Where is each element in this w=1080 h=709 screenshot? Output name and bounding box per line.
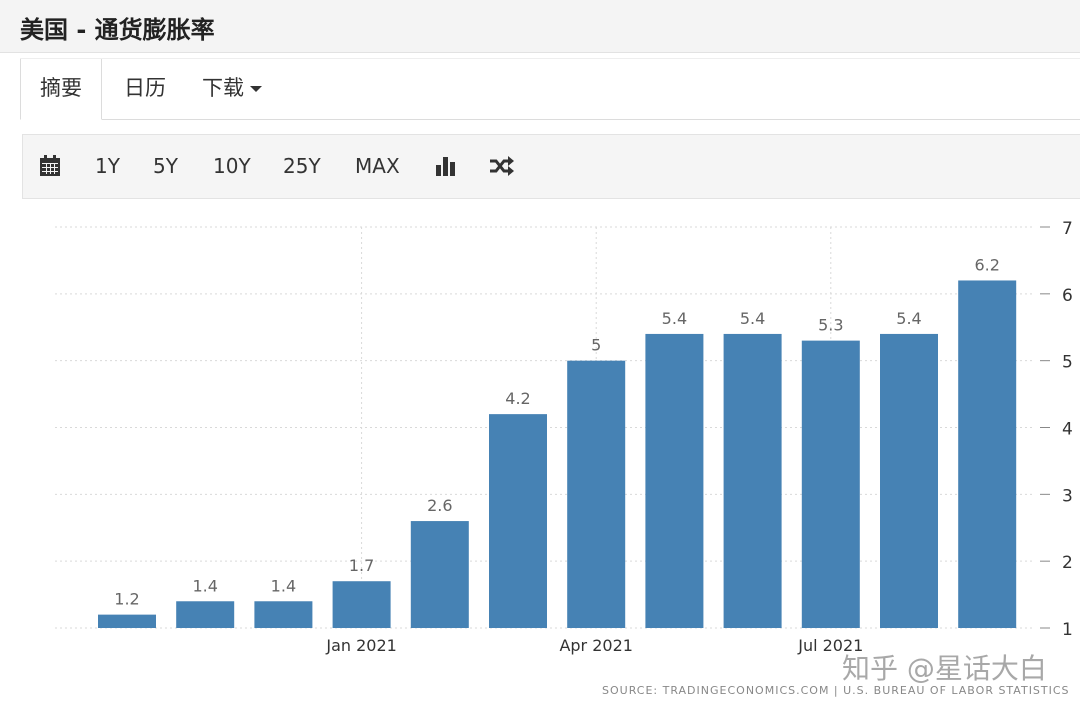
bar-data-label: 1.4 [192,576,217,595]
bar-data-label: 5.4 [896,309,921,328]
bar-data-label: 5.3 [818,316,843,335]
y-tick-label: 5 [1062,353,1073,373]
bar[interactable] [332,581,391,628]
y-tick-label: 7 [1062,219,1073,239]
tab-summary[interactable]: 摘要 [20,59,102,120]
bar-chart-icon[interactable] [435,155,457,181]
bar[interactable] [567,360,626,628]
bar[interactable] [801,340,860,628]
tab-calendar[interactable]: 日历 [124,59,166,119]
bar[interactable] [723,333,782,628]
bar[interactable] [176,601,235,628]
tab-download-label: 下载 [202,76,244,100]
range-5y-button[interactable]: 5Y [153,135,178,198]
caret-down-icon [250,86,262,92]
y-tick-label: 6 [1062,286,1073,306]
bar-data-label: 5.4 [740,309,765,328]
watermark-text: 知乎 @星话大白 [842,652,1047,685]
bar-data-label: 5.4 [662,309,687,328]
page-title: 美国 - 通货膨胀率 [20,16,215,44]
calendar-icon[interactable] [39,155,61,181]
bar[interactable] [880,333,938,628]
x-tick-label: Apr 2021 [559,636,632,655]
range-max-button[interactable]: MAX [355,135,400,198]
bar-data-label: 6.2 [974,255,999,274]
title-bar: 美国 - 通货膨胀率 [0,0,1080,53]
source-text: SOURCE: TRADINGECONOMICS.COM | U.S. BURE… [602,684,1070,697]
chart-area: 1.2 1.4 1.4 1.7 2.6 4.2 5 5.4 5.4 5.3 5.4 6.2 1 2 3 4 5… [0,200,1080,705]
inflation-bar-chart: 1.2 1.4 1.4 1.7 2.6 4.2 5 5.4 5.4 5.3 5.4 6.2 1 2 3 4 5… [55,219,1073,655]
bar[interactable] [254,601,313,628]
bar-data-label: 4.2 [505,389,530,408]
bar[interactable] [410,521,469,628]
tab-bar: 摘要 日历 下载 [20,58,1080,120]
chart-toolbar: 1Y 5Y 10Y 25Y MAX [22,134,1080,199]
bar-data-label: 1.2 [114,590,139,609]
bar[interactable] [645,333,704,628]
range-10y-button[interactable]: 10Y [213,135,251,198]
bar-data-label: 1.7 [349,556,374,575]
shuffle-icon[interactable] [489,155,515,181]
bar[interactable] [489,414,547,628]
range-1y-button[interactable]: 1Y [95,135,120,198]
bar[interactable] [98,614,156,628]
tab-download[interactable]: 下载 [202,59,262,119]
bar[interactable] [958,280,1017,628]
y-tick-label: 2 [1062,553,1073,573]
x-tick-label: Jan 2021 [325,636,396,655]
bar-data-label: 2.6 [427,496,452,515]
range-25y-button[interactable]: 25Y [283,135,321,198]
y-tick-label: 1 [1062,620,1073,640]
y-tick-label: 3 [1062,486,1073,506]
bar-data-label: 1.4 [271,576,296,595]
bar-data-label: 5 [591,336,601,355]
y-tick-label: 4 [1062,420,1073,440]
